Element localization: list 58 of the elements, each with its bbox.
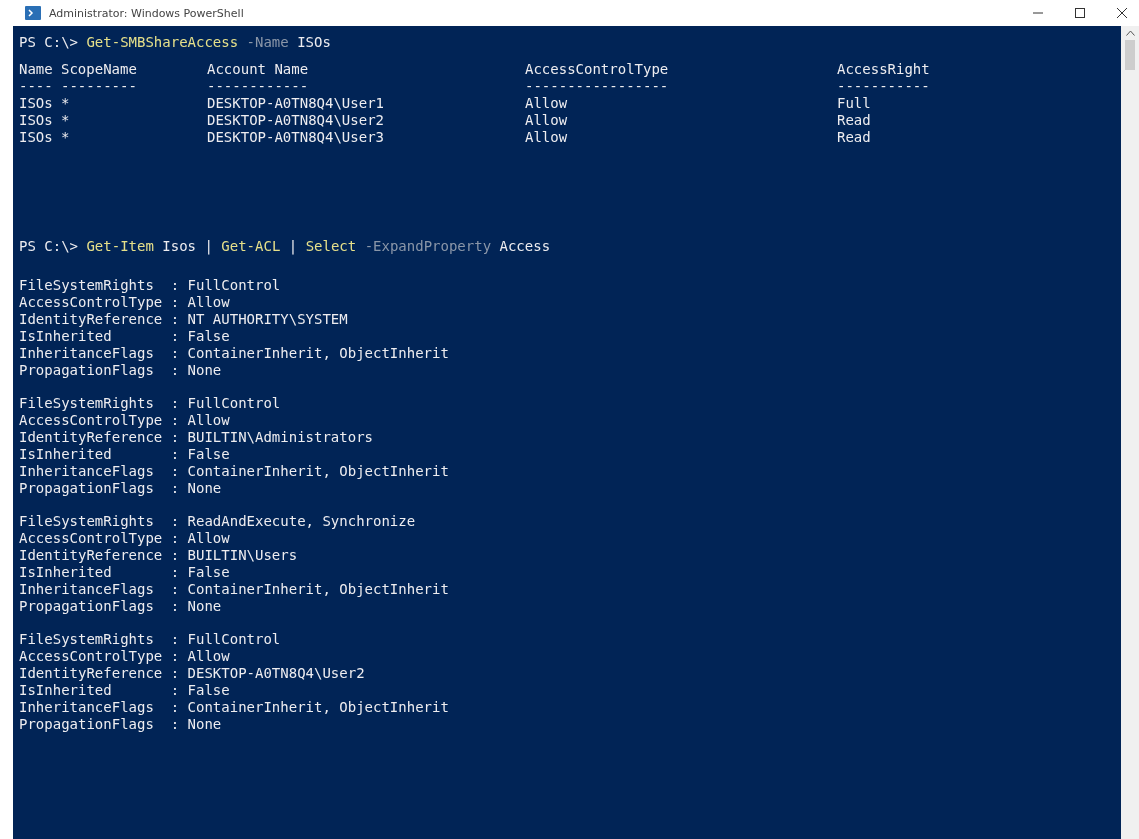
table-cell-text: *	[61, 129, 71, 146]
column-header: AccessControlType	[525, 61, 670, 78]
close-icon	[1117, 8, 1127, 18]
powershell-icon	[25, 6, 41, 20]
command-line: PS C:\> Get-Item Isos | Get-ACL | Select -ExpandProperty Access	[19, 238, 552, 255]
property-line: AccessControlType : Allow	[19, 648, 231, 665]
property-line: AccessControlType : Allow	[19, 412, 231, 429]
table-cell-text: DESKTOP-A0TN8Q4\User2	[207, 112, 385, 129]
header-underline: ------------	[207, 78, 310, 95]
property-line: FileSystemRights : FullControl	[19, 277, 282, 294]
column-header: ScopeName	[61, 61, 138, 78]
property-line: IdentityReference : BUILTIN\Users	[19, 547, 299, 564]
header-underline: -----------	[837, 78, 931, 95]
table-cell-text: Allow	[525, 129, 569, 146]
property-line: AccessControlType : Allow	[19, 294, 231, 311]
table-cell-text: *	[61, 112, 71, 129]
property-line: InheritanceFlags : ContainerInherit, ObjectInherit	[19, 699, 450, 716]
property-line: InheritanceFlags : ContainerInherit, ObjectInherit	[19, 581, 450, 598]
table-cell-text: ISOs	[19, 129, 54, 146]
table-cell-text: ISOs	[19, 112, 54, 129]
column-header: Account Name	[207, 61, 310, 78]
table-cell-text: DESKTOP-A0TN8Q4\User3	[207, 129, 385, 146]
header-underline: ---------	[61, 78, 138, 95]
property-line: InheritanceFlags : ContainerInherit, ObjectInherit	[19, 345, 450, 362]
property-line: FileSystemRights : ReadAndExecute, Synchronize	[19, 513, 417, 530]
table-cell-text: Read	[837, 129, 872, 146]
maximize-icon	[1075, 8, 1085, 18]
header-underline: -----------------	[525, 78, 670, 95]
table-cell-text: DESKTOP-A0TN8Q4\User1	[207, 95, 385, 112]
table-cell-text: Read	[837, 112, 872, 129]
property-line: FileSystemRights : FullControl	[19, 395, 282, 412]
scroll-thumb[interactable]	[1125, 40, 1135, 70]
property-line: IsInherited : False	[19, 328, 231, 345]
command-line: PS C:\> Get-SMBShareAccess -Name ISOs	[19, 34, 332, 51]
property-line: IsInherited : False	[19, 446, 231, 463]
header-underline: ----	[19, 78, 54, 95]
column-header: Name	[19, 61, 54, 78]
table-cell-text: ISOs	[19, 95, 54, 112]
property-line: FileSystemRights : FullControl	[19, 631, 282, 648]
property-line: IdentityReference : BUILTIN\Administrators	[19, 429, 374, 446]
table-cell-text: Allow	[525, 112, 569, 129]
property-line: IdentityReference : DESKTOP-A0TN8Q4\User2	[19, 665, 366, 682]
property-line: IsInherited : False	[19, 564, 231, 581]
scrollbar[interactable]	[1121, 26, 1139, 839]
property-line: InheritanceFlags : ContainerInherit, ObjectInherit	[19, 463, 450, 480]
table-cell-text: Allow	[525, 95, 569, 112]
property-line: PropagationFlags : None	[19, 716, 223, 733]
property-line: PropagationFlags : None	[19, 480, 223, 497]
property-line: IdentityReference : NT AUTHORITY\SYSTEM	[19, 311, 349, 328]
window-title: Administrator: Windows PowerShell	[49, 6, 245, 20]
column-header: AccessRight	[837, 61, 931, 78]
scroll-up-icon[interactable]	[1125, 30, 1135, 36]
property-line: PropagationFlags : None	[19, 598, 223, 615]
property-line: PropagationFlags : None	[19, 362, 223, 379]
table-cell-text: *	[61, 95, 71, 112]
property-line: AccessControlType : Allow	[19, 530, 231, 547]
property-line: IsInherited : False	[19, 682, 231, 699]
table-cell-text: Full	[837, 95, 872, 112]
